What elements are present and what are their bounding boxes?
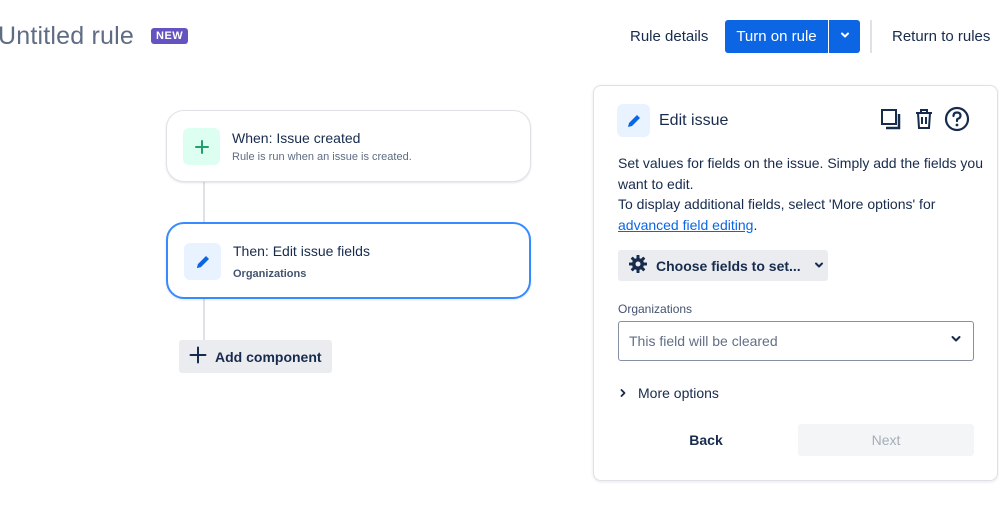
edit-issue-panel: Edit issue Set values for fields on the … xyxy=(593,85,998,481)
more-options-label: More options xyxy=(638,385,719,401)
header-divider xyxy=(870,20,872,53)
back-button[interactable]: Back xyxy=(663,424,749,456)
description-line-2: To display additional fields, select 'Mo… xyxy=(618,196,936,212)
return-to-rules-button[interactable]: Return to rules xyxy=(886,20,996,53)
action-subtitle: Organizations xyxy=(233,268,307,280)
turn-on-rule-menu-button[interactable] xyxy=(829,20,860,53)
new-badge: NEW xyxy=(151,28,189,44)
add-component-button[interactable]: Add component xyxy=(179,340,332,373)
plus-icon xyxy=(183,128,220,165)
organizations-select-placeholder: This field will be cleared xyxy=(629,333,778,349)
duplicate-icon xyxy=(879,107,903,134)
rule-editor-page: Untitled rule NEW Rule details Turn on r… xyxy=(0,0,999,509)
pencil-icon xyxy=(184,243,221,280)
chevron-right-icon xyxy=(618,385,628,401)
trigger-subtitle: Rule is run when an issue is created. xyxy=(232,151,412,163)
flow-connector xyxy=(203,298,205,341)
action-card[interactable]: Then: Edit issue fields Organizations xyxy=(166,222,531,299)
pencil-icon xyxy=(617,104,650,137)
help-button[interactable] xyxy=(943,106,971,134)
duplicate-button[interactable] xyxy=(877,106,905,134)
choose-fields-label: Choose fields to set... xyxy=(656,257,801,274)
choose-fields-button[interactable]: Choose fields to set... xyxy=(618,250,828,281)
help-icon xyxy=(944,106,970,135)
panel-description: Set values for fields on the issue. Simp… xyxy=(618,153,988,235)
gear-icon xyxy=(628,254,648,277)
chevron-down-icon xyxy=(949,332,963,351)
organizations-select[interactable]: This field will be cleared xyxy=(618,321,974,361)
add-component-label: Add component xyxy=(215,348,322,365)
flow-connector xyxy=(203,181,205,224)
trigger-card[interactable]: When: Issue created Rule is run when an … xyxy=(166,110,531,182)
delete-button[interactable] xyxy=(910,106,938,134)
turn-on-rule-button[interactable]: Turn on rule xyxy=(725,20,828,53)
description-line-1: Set values for fields on the issue. Simp… xyxy=(618,155,983,192)
description-end: . xyxy=(753,216,758,233)
chevron-down-icon xyxy=(813,258,825,274)
chevron-down-icon xyxy=(839,29,851,44)
trigger-title: When: Issue created xyxy=(232,130,361,146)
advanced-field-editing-link[interactable]: advanced field editing xyxy=(618,217,753,233)
action-title: Then: Edit issue fields xyxy=(233,243,370,259)
more-options-toggle[interactable]: More options xyxy=(618,385,719,401)
panel-title: Edit issue xyxy=(659,112,729,129)
page-title: Untitled rule xyxy=(0,22,134,50)
trash-icon xyxy=(912,107,936,134)
next-button[interactable]: Next xyxy=(798,424,974,456)
plus-icon xyxy=(189,346,207,367)
rule-details-button[interactable]: Rule details xyxy=(624,20,714,53)
organizations-field-label: Organizations xyxy=(618,302,693,316)
